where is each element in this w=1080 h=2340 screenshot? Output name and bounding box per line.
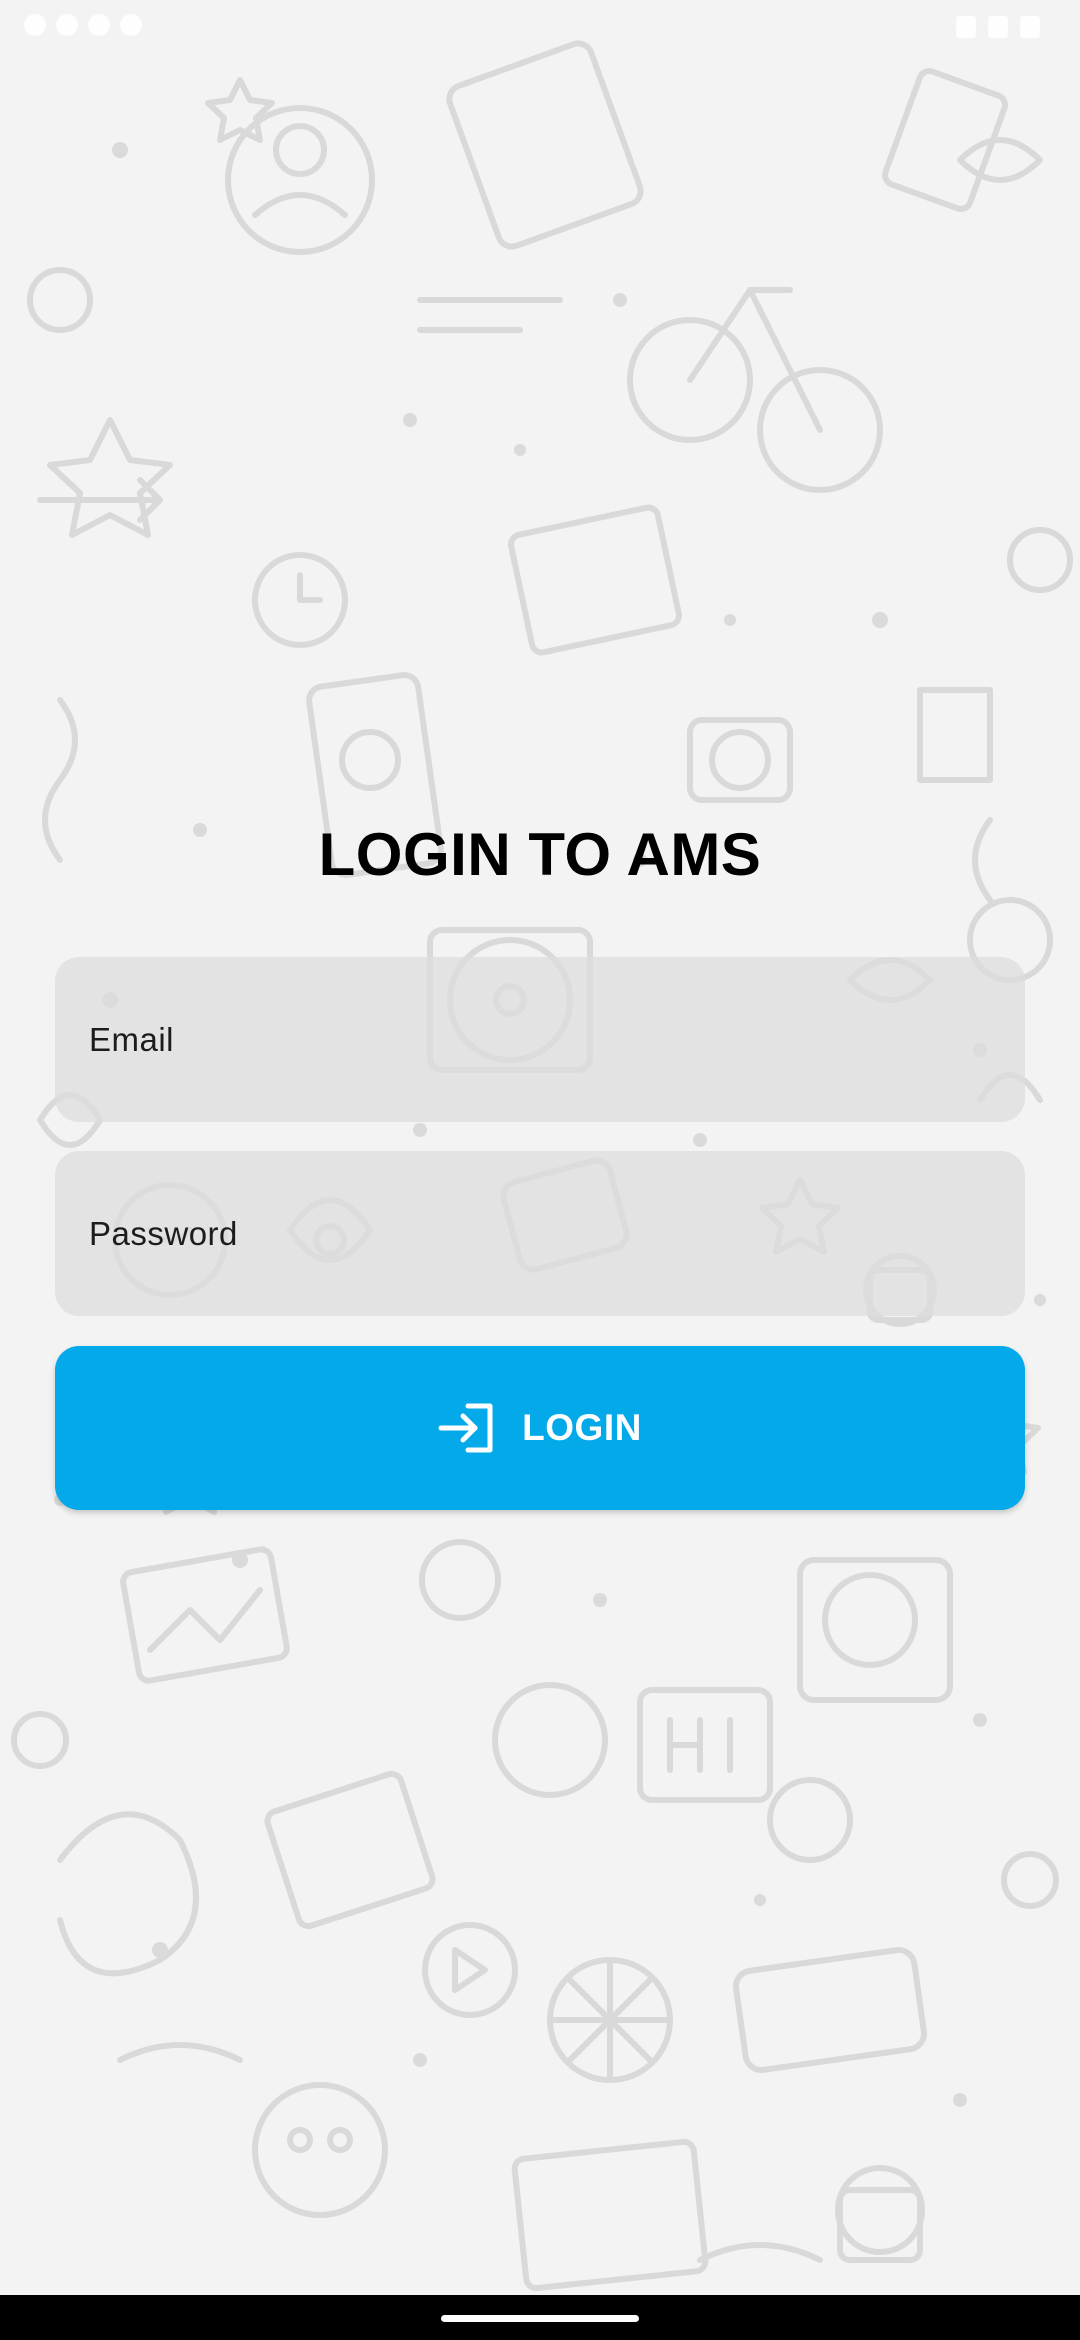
notification-icon [120,14,142,36]
status-bar [0,0,1080,60]
status-icons-right [956,16,1040,38]
doodle-background [0,0,1080,2295]
notification-icon [88,14,110,36]
login-icon [438,1403,493,1453]
notification-icon [24,14,46,36]
login-button-label: LOGIN [522,1407,642,1448]
status-icons-left [24,14,142,36]
signal-icon [988,16,1008,38]
doodle-pattern [11,40,1073,2292]
email-placeholder: Email [89,1020,175,1058]
battery-icon [1020,16,1040,38]
page-title: LOGIN TO AMS [318,821,762,888]
home-gesture-handle[interactable] [441,2315,639,2322]
navigation-bar [0,2295,1080,2340]
email-field[interactable]: Email [55,957,1025,1122]
notification-icon [56,14,78,36]
password-placeholder: Password [89,1214,238,1252]
wifi-icon [956,16,976,38]
password-field[interactable]: Password [55,1151,1025,1316]
login-button[interactable]: LOGIN [55,1346,1025,1510]
